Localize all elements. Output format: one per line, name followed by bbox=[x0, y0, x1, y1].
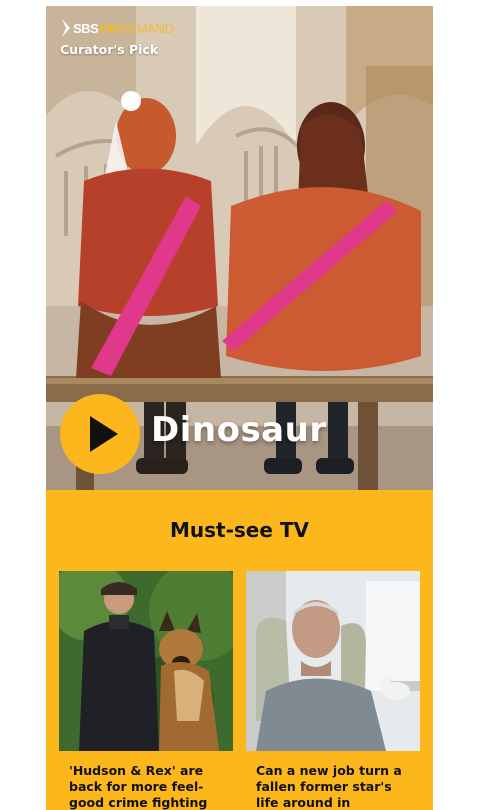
logo-on-text: ON bbox=[99, 20, 119, 36]
logo-sbs-text: SBS bbox=[73, 20, 99, 36]
hudson-rex-caption[interactable]: 'Hudson & Rex' are back for more feel-go… bbox=[59, 763, 233, 810]
sbs-on-demand-logo[interactable]: SBS ON DEMAND bbox=[60, 16, 174, 40]
curators-pick-label: Curator's Pick bbox=[60, 42, 159, 57]
coach-caption[interactable]: Can a new job turn a fallen former star'… bbox=[246, 763, 420, 810]
hero-banner[interactable]: SBS ON DEMAND Curator's Pick Dinosaur bbox=[46, 6, 433, 490]
show-title[interactable]: Dinosaur bbox=[151, 410, 327, 450]
coach-thumbnail[interactable] bbox=[246, 571, 420, 751]
email-container: SBS ON DEMAND Curator's Pick Dinosaur Mu… bbox=[46, 6, 433, 810]
play-button[interactable] bbox=[60, 394, 140, 474]
section-heading: Must-see TV bbox=[169, 518, 310, 542]
sbs-logo-mark-icon bbox=[62, 19, 70, 37]
play-icon bbox=[90, 416, 118, 452]
article-card-coach[interactable]: Can a new job turn a fallen former star'… bbox=[246, 571, 420, 810]
logo-demand-text: DEMAND bbox=[119, 20, 174, 36]
article-card-hudson-rex[interactable]: 'Hudson & Rex' are back for more feel-go… bbox=[59, 571, 233, 810]
hudson-rex-thumbnail[interactable] bbox=[59, 571, 233, 751]
